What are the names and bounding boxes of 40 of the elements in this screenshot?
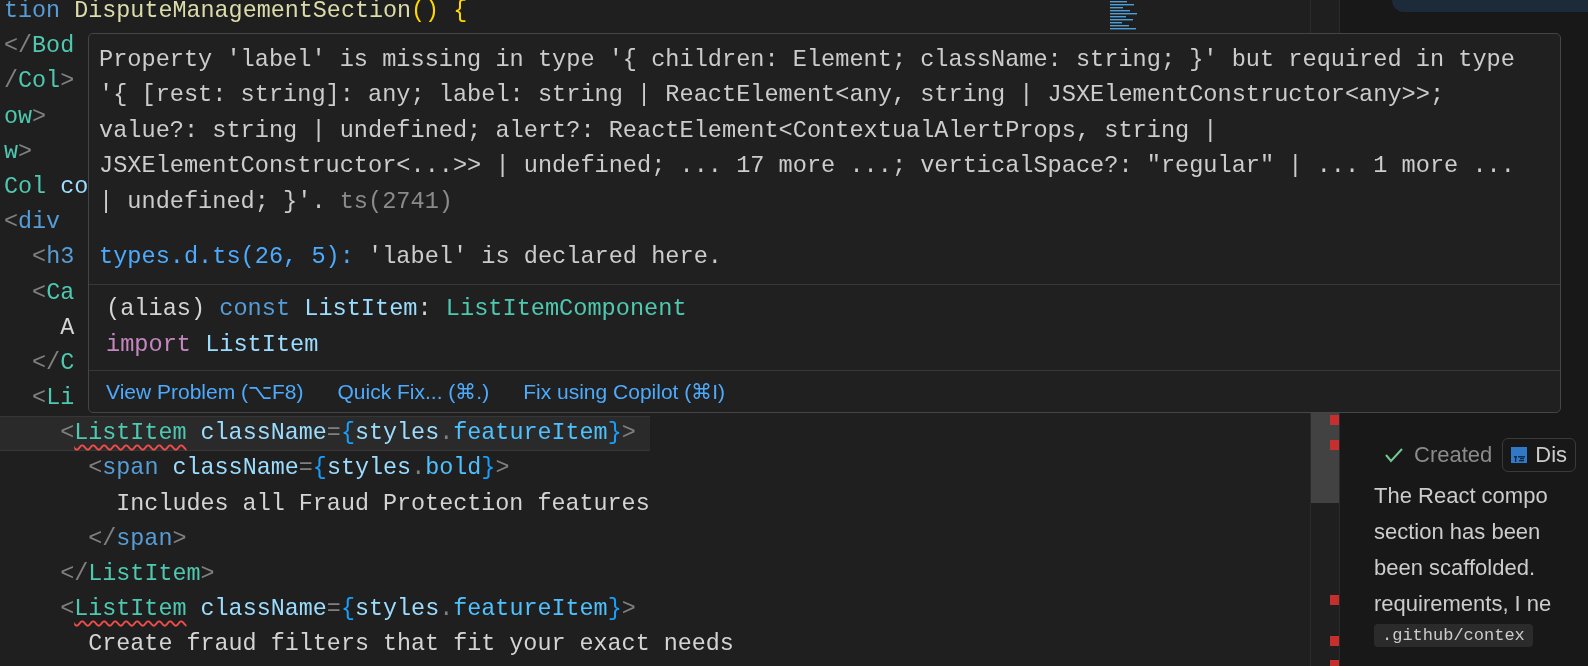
error-marker bbox=[1330, 595, 1339, 605]
code-line: Includes all Fraud Protection features bbox=[115, 489, 650, 519]
code-line: </ListItem> bbox=[59, 560, 215, 589]
code-line: </C bbox=[31, 348, 75, 378]
response-text: section has been bbox=[1374, 518, 1542, 546]
error-marker bbox=[1330, 440, 1339, 450]
code-line: <Ca bbox=[31, 278, 75, 308]
check-icon bbox=[1384, 447, 1404, 463]
typescript-file-icon bbox=[1511, 447, 1528, 463]
inline-code: .github/contex bbox=[1374, 624, 1533, 647]
code-line: <h3 bbox=[31, 243, 75, 273]
code-line: <ListItem className={styles.featureItem}> bbox=[59, 595, 636, 625]
related-info: types.d.ts(26, 5): 'label' is declared here. bbox=[99, 242, 723, 273]
code-line: </Bod bbox=[3, 32, 75, 62]
status-text: Created bbox=[1414, 442, 1493, 468]
code-line: Col co bbox=[3, 172, 89, 202]
code-line: /Col> bbox=[3, 67, 75, 97]
code-line: Create fraud filters that fit your exact needs bbox=[87, 630, 734, 660]
error-message: Property 'label' is missing in type '{ children: Element; className: string; }' but required in type '{ [rest: string]: any; label: string | ReactElement<any, string | JSXElementConstructor<any>>; value?: string | undefined; alert?: ReactElement<ContextualAlertProps, string | JSXElementConstructor<...>> | undefined; ... 17 more ...; verticalSpace?: "regular" | ... 1 more ... | undefined; }'. ts(2741) bbox=[99, 45, 1516, 217]
scrollbar-thumb[interactable] bbox=[1311, 413, 1339, 503]
signature-line: (alias) const ListItem: ListItemComponent bbox=[106, 294, 688, 325]
action-link[interactable]: Quick Fix... (⌘.) bbox=[337, 373, 490, 410]
response-text: been scaffolded. bbox=[1374, 554, 1537, 582]
code-line: </span> bbox=[87, 524, 187, 554]
code-line: <div bbox=[3, 208, 61, 238]
action-link[interactable]: View Problem (⌥F8) bbox=[106, 373, 304, 410]
error-marker bbox=[1330, 415, 1339, 425]
file-link[interactable]: types.d.ts(26, 5): bbox=[99, 243, 354, 271]
code-line: <span className={styles.bold}> bbox=[87, 454, 510, 484]
signature-line: import ListItem bbox=[106, 329, 320, 360]
code-line: A bbox=[59, 313, 75, 343]
code-line: w> bbox=[3, 137, 33, 167]
code-line: <Li bbox=[31, 384, 75, 414]
error-marker bbox=[1330, 636, 1339, 646]
code-line: ow> bbox=[3, 102, 47, 132]
file-chip[interactable]: Dis bbox=[1502, 438, 1577, 472]
code-line: tion DisputeManagementSection() { bbox=[3, 0, 468, 26]
response-text: requirements, I ne bbox=[1374, 590, 1553, 618]
response-text: The React compo bbox=[1374, 482, 1549, 510]
action-link[interactable]: Fix using Copilot (⌘I) bbox=[523, 373, 726, 410]
